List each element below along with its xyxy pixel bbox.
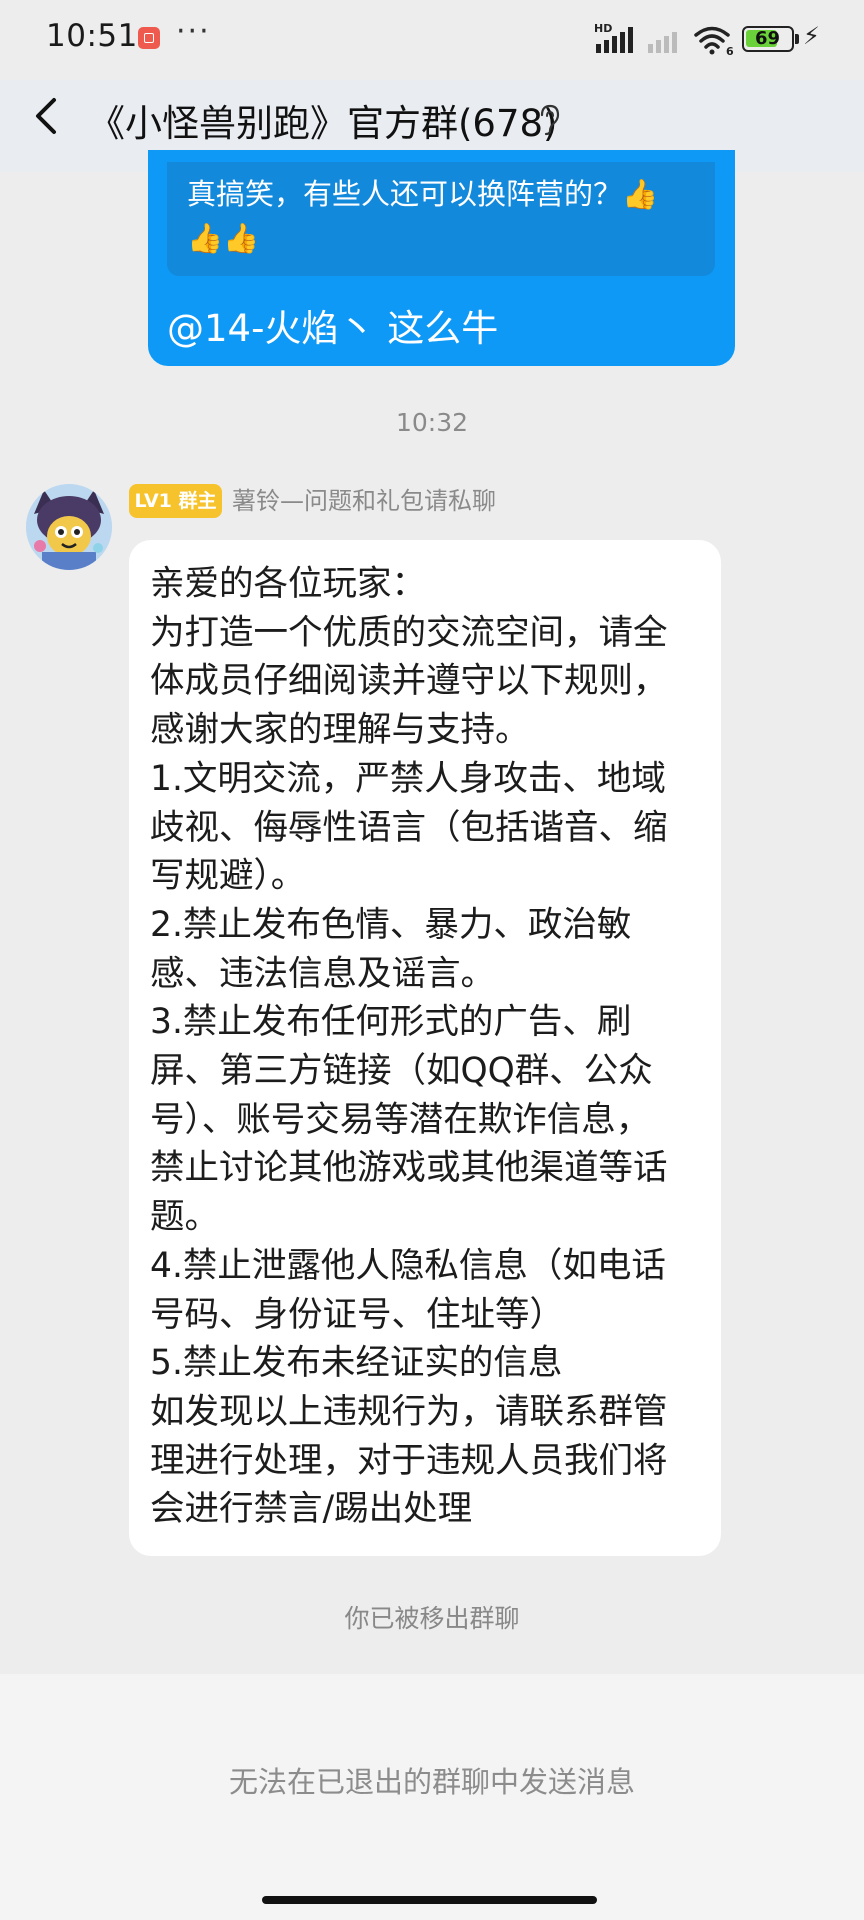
message-line: 会进行禁言/踢出处理 <box>150 1489 473 1530</box>
message-line: 号）、账号交易等潜在欺诈信息， <box>150 1099 651 1140</box>
battery-icon: 69 <box>742 26 794 52</box>
message-line: 歧视、侮辱性语言（包括谐音、缩 <box>150 807 668 848</box>
message-line: 写规避）。 <box>150 856 306 897</box>
message-line: 为打造一个优质的交流空间，请全 <box>150 612 668 653</box>
more-notifications-icon: ··· <box>176 14 211 49</box>
cannot-send-message-text: 无法在已退出的群聊中发送消息 <box>228 1765 635 1799</box>
message-line: 号码、身份证号、住址等） <box>150 1294 564 1335</box>
hd-label: HD <box>594 22 612 35</box>
message-line: 如发现以上违规行为，请联系群管 <box>150 1391 668 1432</box>
charging-icon: ⚡ <box>803 22 820 50</box>
sender-avatar[interactable] <box>26 484 112 570</box>
wifi-icon: 6 <box>694 26 734 56</box>
status-bar: 10:51 ··· HD 6 69 ⚡ <box>0 0 864 80</box>
cellular-signal-2-icon <box>648 32 677 53</box>
status-time: 10:51 <box>46 18 138 54</box>
message-line: 4.禁止泄露他人隐私信息（如电话 <box>150 1245 666 1286</box>
message-line: 5.禁止发布未经证实的信息 <box>150 1343 563 1384</box>
cellular-signal-icon: HD <box>594 22 633 53</box>
quoted-message-text: 真搞笑，有些人还可以换阵营的？👍👍👍 <box>187 177 659 255</box>
message-timestamp: 10:32 <box>395 408 469 437</box>
battery-level: 69 <box>754 28 781 49</box>
message-line: 1.文明交流，严禁人身攻击、地域 <box>150 758 666 799</box>
message-line: 2.禁止发布色情、暴力、政治敏 <box>150 904 632 945</box>
sender-name[interactable]: 薯铃—问题和礼包请私聊 <box>232 484 496 518</box>
message-line: 禁止讨论其他游戏或其他渠道等话 <box>150 1148 668 1189</box>
message-line: 3.禁止发布任何形式的广告、刷 <box>150 1002 632 1043</box>
outgoing-message-text: @14-火焰丶 这么牛 <box>167 307 499 350</box>
avatar-illustration <box>26 484 112 570</box>
message-line: 屏、第三方链接（如QQ群、公众 <box>150 1051 653 1092</box>
message-line: 理进行处理，对于违规人员我们将 <box>150 1440 668 1481</box>
message-line: 体成员仔细阅读并遵守以下规则， <box>150 661 668 702</box>
group-owner-badge: LV1 群主 <box>129 484 222 518</box>
removed-from-group-notice: 你已被移出群聊 <box>344 1604 520 1633</box>
battery-tip <box>795 34 799 44</box>
incoming-message-text: 亲爱的各位玩家： 为打造一个优质的交流空间，请全 体成员仔细阅读并遵守以下规则，… <box>150 560 710 1534</box>
message-line: 感谢大家的理解与支持。 <box>150 710 530 751</box>
message-line: 感、违法信息及谣言。 <box>150 953 495 994</box>
home-indicator[interactable] <box>262 1896 597 1904</box>
group-title[interactable]: 《小怪兽别跑》官方群(678) <box>88 93 558 147</box>
message-line: 题。 <box>150 1197 219 1238</box>
message-line: 亲爱的各位玩家： <box>150 564 426 604</box>
wifi-6-label: 6 <box>726 45 734 56</box>
earpiece-mode-icon[interactable] <box>536 102 562 136</box>
back-arrow-icon[interactable] <box>30 96 70 136</box>
app-notification-icon <box>138 27 160 49</box>
